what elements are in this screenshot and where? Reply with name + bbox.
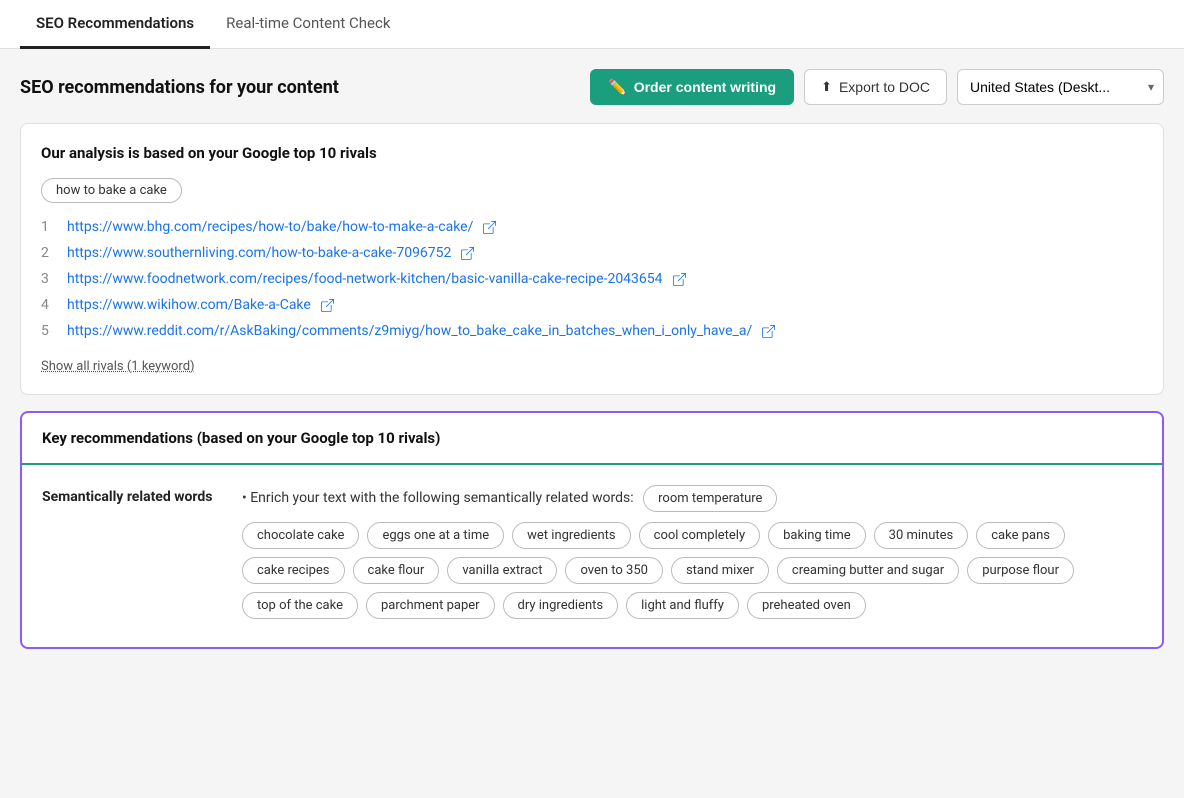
semantic-tag: purpose flour	[967, 557, 1074, 584]
rivals-card: Our analysis is based on your Google top…	[20, 123, 1164, 395]
header-actions: ✏️ Order content writing ⬆ Export to DOC…	[590, 69, 1164, 105]
semantic-tag: baking time	[768, 522, 866, 549]
rival-number: 1	[41, 219, 57, 235]
export-doc-label: Export to DOC	[839, 79, 930, 95]
sem-content: • Enrich your text with the following se…	[242, 485, 1142, 627]
semantic-tag: cake pans	[976, 522, 1065, 549]
semantic-tag: eggs one at a time	[367, 522, 504, 549]
semantic-tag: parchment paper	[366, 592, 495, 619]
semantic-tag: 30 minutes	[874, 522, 969, 549]
semantic-tag: oven to 350	[565, 557, 663, 584]
external-link-icon	[673, 273, 686, 286]
sem-label: Semantically related words	[42, 485, 222, 505]
order-content-button[interactable]: ✏️ Order content writing	[590, 69, 794, 105]
external-link-icon	[321, 299, 334, 312]
rival-item: 5 https://www.reddit.com/r/AskBaking/com…	[41, 323, 1143, 339]
external-link-icon	[762, 325, 775, 338]
semantic-tag: dry ingredients	[503, 592, 619, 619]
recommendations-card-title: Key recommendations (based on your Googl…	[42, 429, 1142, 447]
upload-icon: ⬆	[821, 79, 832, 95]
page-title: SEO recommendations for your content	[20, 77, 339, 98]
semantic-tag: creaming butter and sugar	[777, 557, 959, 584]
external-link-icon	[461, 247, 474, 260]
rival-number: 5	[41, 323, 57, 339]
highlighted-tag: room temperature	[643, 485, 777, 512]
tab-realtime-content[interactable]: Real-time Content Check	[210, 0, 406, 49]
show-all-rivals-link[interactable]: Show all rivals (1 keyword)	[41, 359, 195, 374]
external-link-icon	[483, 221, 496, 234]
recommendations-card-body: Semantically related words • Enrich your…	[22, 465, 1162, 647]
rivals-list: 1 https://www.bhg.com/recipes/how-to/bak…	[41, 219, 1143, 339]
semantic-tag: cake recipes	[242, 557, 345, 584]
keyword-tag-wrapper: how to bake a cake	[41, 178, 1143, 203]
header-row: SEO recommendations for your content ✏️ …	[20, 69, 1164, 105]
rival-item: 2 https://www.southernliving.com/how-to-…	[41, 245, 1143, 261]
rivals-card-title: Our analysis is based on your Google top…	[41, 144, 1143, 162]
recommendations-card-header: Key recommendations (based on your Googl…	[22, 413, 1162, 465]
rival-item: 3 https://www.foodnetwork.com/recipes/fo…	[41, 271, 1143, 287]
order-content-label: Order content writing	[634, 79, 776, 95]
semantic-tag: vanilla extract	[447, 557, 557, 584]
sem-intro: • Enrich your text with the following se…	[242, 485, 1142, 512]
semantic-tag: cake flour	[353, 557, 440, 584]
semantic-tag: wet ingredients	[512, 522, 631, 549]
export-doc-button[interactable]: ⬆ Export to DOC	[804, 69, 947, 105]
rival-number: 2	[41, 245, 57, 261]
region-select[interactable]: United States (Deskt... United Kingdom (…	[957, 69, 1164, 105]
recommendations-card: Key recommendations (based on your Googl…	[20, 411, 1164, 649]
rival-link[interactable]: https://www.southernliving.com/how-to-ba…	[67, 245, 451, 261]
sem-intro-text: • Enrich your text with the following se…	[242, 490, 634, 506]
semantic-tag: light and fluffy	[626, 592, 739, 619]
rival-link[interactable]: https://www.reddit.com/r/AskBaking/comme…	[67, 323, 752, 339]
semantic-tag: top of the cake	[242, 592, 358, 619]
semantic-tag: preheated oven	[747, 592, 866, 619]
tabs-bar: SEO Recommendations Real-time Content Ch…	[0, 0, 1184, 49]
main-content: SEO recommendations for your content ✏️ …	[0, 49, 1184, 649]
edit-icon: ✏️	[608, 78, 627, 96]
rival-item: 1 https://www.bhg.com/recipes/how-to/bak…	[41, 219, 1143, 235]
tab-seo-recommendations[interactable]: SEO Recommendations	[20, 0, 210, 49]
rival-link[interactable]: https://www.wikihow.com/Bake-a-Cake	[67, 297, 311, 313]
rival-link[interactable]: https://www.foodnetwork.com/recipes/food…	[67, 271, 663, 287]
sem-section: Semantically related words • Enrich your…	[42, 485, 1142, 627]
rival-link[interactable]: https://www.bhg.com/recipes/how-to/bake/…	[67, 219, 473, 235]
semantic-tag: cool completely	[639, 522, 760, 549]
region-select-wrapper[interactable]: United States (Deskt... United Kingdom (…	[957, 69, 1164, 105]
rival-number: 4	[41, 297, 57, 313]
tags-container: chocolate cake eggs one at a time wet ingr…	[242, 522, 1142, 619]
semantic-tag: chocolate cake	[242, 522, 359, 549]
semantic-tag: stand mixer	[671, 557, 769, 584]
rival-item: 4 https://www.wikihow.com/Bake-a-Cake	[41, 297, 1143, 313]
keyword-tag: how to bake a cake	[41, 178, 182, 203]
rival-number: 3	[41, 271, 57, 287]
